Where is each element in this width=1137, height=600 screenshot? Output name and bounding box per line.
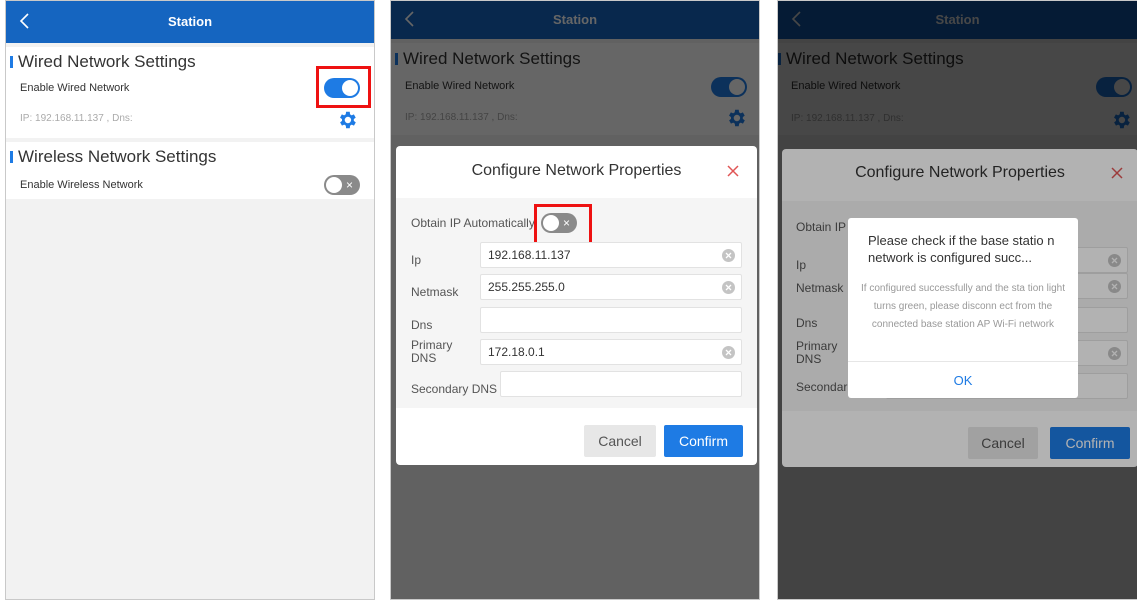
- clear-icon[interactable]: [722, 346, 735, 359]
- section-marker: [10, 56, 13, 68]
- gear-icon[interactable]: [336, 109, 358, 131]
- primary-dns-label: Primary DNS: [411, 338, 453, 365]
- netmask-value: 255.255.255.0: [488, 280, 565, 294]
- primary-dns-field[interactable]: 172.18.0.1: [480, 339, 742, 365]
- alert-message: If configured successfully and the sta t…: [860, 283, 1065, 330]
- confirm-button[interactable]: Confirm: [664, 425, 743, 457]
- highlight-box: [316, 66, 371, 108]
- wired-section-title-text: Wired Network Settings: [18, 52, 196, 71]
- toggle-knob: [326, 177, 342, 193]
- wireless-section: Wireless Network Settings Enable Wireles…: [6, 142, 374, 199]
- ok-button[interactable]: OK: [848, 361, 1078, 398]
- phone-screen-alert: Station Wired Network Settings Enable Wi…: [777, 0, 1137, 600]
- header-bar: Station: [6, 1, 374, 43]
- dialog-title: Configure Network Properties: [471, 162, 682, 179]
- phone-screen-station: Station Wired Network Settings Enable Wi…: [5, 0, 375, 600]
- highlight-box: [534, 204, 592, 246]
- enable-wireless-toggle[interactable]: ×: [324, 175, 360, 195]
- dns-field[interactable]: [480, 307, 742, 333]
- dialog-form: Obtain IP Automatically × Ip 192.168.11.…: [396, 198, 757, 408]
- section-marker: [10, 151, 13, 163]
- secondary-dns-label: Secondary DNS: [411, 382, 498, 396]
- dns-label: Dns: [411, 318, 433, 332]
- wired-ip-info: IP: 192.168.11.137 , Dns:: [20, 113, 133, 124]
- page-title: Station: [167, 14, 213, 29]
- enable-wireless-label: Enable Wireless Network: [20, 179, 143, 191]
- wireless-section-title: Wireless Network Settings: [6, 147, 216, 167]
- alert-title: Please check if the base statio n networ…: [868, 233, 1055, 265]
- close-icon: ×: [345, 178, 353, 192]
- netmask-field[interactable]: 255.255.255.0: [480, 274, 742, 300]
- wired-section: Wired Network Settings Enable Wired Netw…: [6, 47, 374, 138]
- ip-label: Ip: [411, 253, 422, 267]
- netmask-label: Netmask: [411, 285, 459, 299]
- ip-value: 192.168.11.137: [488, 248, 571, 262]
- phone-screen-configure: Station Wired Network Settings Enable Wi…: [390, 0, 760, 600]
- configure-network-dialog: Configure Network Properties Obtain IP A…: [396, 146, 757, 465]
- clear-icon[interactable]: [722, 249, 735, 262]
- cancel-button[interactable]: Cancel: [584, 425, 656, 457]
- clear-icon[interactable]: [722, 281, 735, 294]
- close-icon[interactable]: [726, 164, 740, 178]
- configuration-check-alert: Please check if the base statio n networ…: [848, 218, 1078, 398]
- obtain-ip-label: Obtain IP Automatically: [411, 216, 535, 230]
- enable-wired-label: Enable Wired Network: [20, 82, 130, 94]
- secondary-dns-field[interactable]: [500, 371, 742, 397]
- ip-field[interactable]: 192.168.11.137: [480, 242, 742, 268]
- wired-section-title: Wired Network Settings: [6, 52, 196, 72]
- wireless-section-title-text: Wireless Network Settings: [18, 147, 217, 166]
- primary-dns-value: 172.18.0.1: [488, 345, 545, 359]
